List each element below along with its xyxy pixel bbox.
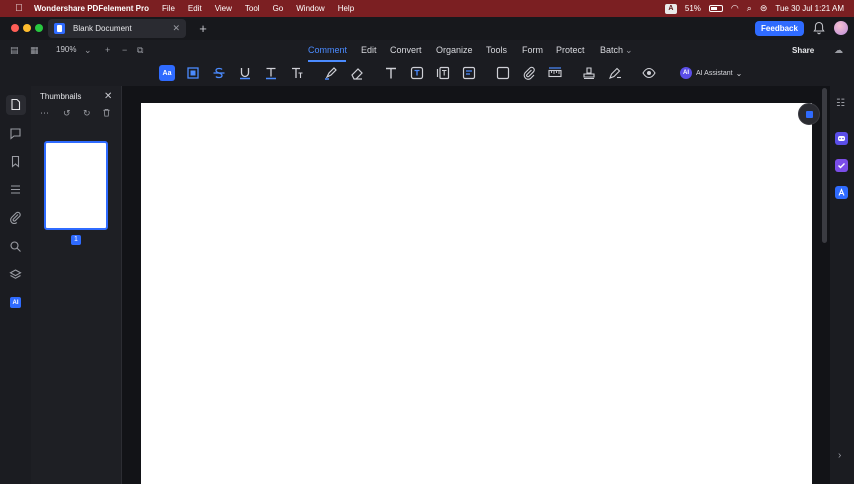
show-hide-comments-eye-icon[interactable] xyxy=(641,65,657,81)
bookmark-icon[interactable] xyxy=(9,155,22,168)
ai-tools-icon[interactable]: AI xyxy=(10,297,21,308)
menu-help[interactable]: Help xyxy=(338,4,354,13)
eraser-icon[interactable] xyxy=(349,65,365,81)
delete-page-icon[interactable] xyxy=(102,108,111,119)
area-highlight-icon[interactable] xyxy=(185,65,201,81)
menu-file[interactable]: File xyxy=(162,4,175,13)
close-tab-icon[interactable]: ✕ xyxy=(172,23,180,34)
pdfelement-app-icon xyxy=(54,23,65,34)
attachment-icon[interactable] xyxy=(521,65,537,81)
zoom-dropdown-chevron-icon[interactable]: ⌄ xyxy=(84,45,92,56)
fit-page-icon[interactable]: ⧉ xyxy=(137,45,143,56)
ai-assistant-button[interactable]: AI AI Assistant ⌄ xyxy=(680,66,742,80)
pdf-page[interactable] xyxy=(141,103,812,484)
tab-comment[interactable]: Comment xyxy=(308,45,347,55)
control-center-icon[interactable]: ⊜ xyxy=(760,3,768,14)
layers-icon[interactable] xyxy=(9,268,22,281)
signature-pen-icon[interactable] xyxy=(607,65,623,81)
minimize-window-button[interactable] xyxy=(23,24,31,32)
strikethrough-icon[interactable] xyxy=(211,65,227,81)
search-icon[interactable] xyxy=(9,240,22,253)
proofread-check-icon[interactable] xyxy=(835,159,848,172)
tab-batch[interactable]: Batch xyxy=(600,45,623,55)
tab-tools[interactable]: Tools xyxy=(486,45,507,55)
more-options-icon[interactable]: ⋯ xyxy=(40,108,49,119)
wifi-icon[interactable]: ◠ xyxy=(731,3,739,14)
rectangle-shape-icon[interactable] xyxy=(495,65,511,81)
document-tab-title: Blank Document xyxy=(73,24,132,33)
comments-panel-icon[interactable] xyxy=(9,127,22,140)
tab-protect[interactable]: Protect xyxy=(556,45,585,55)
left-sidebar-rail xyxy=(0,86,31,484)
menu-window[interactable]: Window xyxy=(296,4,324,13)
callout-tool-icon[interactable] xyxy=(435,65,451,81)
menu-view[interactable]: View xyxy=(215,4,232,13)
tab-organize[interactable]: Organize xyxy=(436,45,473,55)
notification-bell-icon[interactable] xyxy=(813,21,825,35)
right-sidebar-rail xyxy=(830,86,854,484)
zoom-level[interactable]: 190% xyxy=(56,45,76,54)
underline-icon[interactable] xyxy=(237,65,253,81)
document-tab[interactable]: Blank Document ✕ xyxy=(48,19,186,38)
typewriter-tool-icon[interactable] xyxy=(409,65,425,81)
main-toolbar xyxy=(0,40,854,62)
zoom-out-icon[interactable]: − xyxy=(122,45,127,55)
apple-icon[interactable]:  xyxy=(12,3,26,14)
close-window-button[interactable] xyxy=(11,24,19,32)
tab-form[interactable]: Form xyxy=(522,45,543,55)
input-source-badge[interactable]: A xyxy=(664,3,677,14)
note-tool-icon[interactable] xyxy=(461,65,477,81)
battery-percent: 51% xyxy=(684,4,701,13)
batch-chevron-down-icon[interactable]: ⌄ xyxy=(625,45,633,56)
rotate-left-icon[interactable]: ↺ xyxy=(63,108,71,119)
zoom-window-button[interactable] xyxy=(35,24,43,32)
vertical-scrollbar[interactable] xyxy=(822,88,827,243)
cloud-icon[interactable]: ☁ xyxy=(834,45,843,56)
menu-edit[interactable]: Edit xyxy=(188,4,202,13)
thumbnails-page-icon[interactable] xyxy=(9,98,22,111)
panel-toggle-icon[interactable]: ▤ xyxy=(10,45,19,56)
rotate-right-icon[interactable]: ↻ xyxy=(83,108,91,119)
new-tab-button[interactable]: + xyxy=(196,19,210,38)
ai-assistant-label: AI Assistant xyxy=(696,69,733,77)
tab-edit[interactable]: Edit xyxy=(361,45,377,55)
user-avatar[interactable] xyxy=(834,21,848,35)
ai-assistant-chevron-icon: ⌄ xyxy=(735,68,743,78)
feedback-button[interactable]: Feedback xyxy=(755,21,804,36)
close-panel-icon[interactable]: ✕ xyxy=(104,91,112,102)
share-button[interactable]: Share xyxy=(792,46,814,55)
zoom-in-icon[interactable]: + xyxy=(105,45,110,55)
highlighter-pen-icon[interactable] xyxy=(323,65,339,81)
menu-tool[interactable]: Tool xyxy=(245,4,260,13)
clock[interactable]: Tue 30 Jul 1:21 AM xyxy=(775,4,844,13)
spotlight-search-icon[interactable]: ⌕ xyxy=(747,3,752,14)
form-fields-icon[interactable] xyxy=(9,183,22,196)
battery-icon[interactable] xyxy=(708,5,723,12)
stamp-icon[interactable] xyxy=(581,65,597,81)
page-thumbnail[interactable] xyxy=(44,141,108,230)
properties-sliders-icon[interactable]: ☷ xyxy=(836,98,845,109)
menu-go[interactable]: Go xyxy=(273,4,284,13)
attachments-panel-icon[interactable] xyxy=(9,211,22,225)
text-highlight-tool[interactable]: Aa xyxy=(159,65,175,81)
squiggly-text-icon[interactable] xyxy=(263,65,279,81)
ai-assistant-badge: AI xyxy=(680,67,692,79)
thumbnails-panel-title: Thumbnails xyxy=(40,92,82,101)
page-number-badge: 1 xyxy=(71,235,81,245)
translate-icon[interactable] xyxy=(835,186,848,199)
text-comment-icon[interactable] xyxy=(289,65,305,81)
app-menu-name[interactable]: Wondershare PDFelement Pro xyxy=(34,4,149,13)
floating-ai-button[interactable] xyxy=(798,103,820,125)
collapse-panel-chevron-icon[interactable]: › xyxy=(838,450,841,461)
tab-convert[interactable]: Convert xyxy=(390,45,422,55)
page-layout-icon[interactable]: ▦ xyxy=(30,45,39,56)
text-box-tool-icon[interactable] xyxy=(383,65,399,81)
macos-menu-bar:  Wondershare PDFelement Pro File Edit V… xyxy=(0,0,854,17)
measure-ruler-icon[interactable] xyxy=(547,65,563,81)
ai-chat-bot-icon[interactable] xyxy=(835,132,848,145)
